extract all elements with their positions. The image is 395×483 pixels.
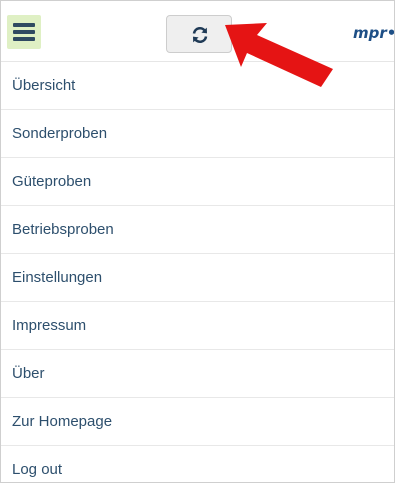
menu-item-uebersicht[interactable]: Übersicht: [1, 62, 394, 110]
top-bar: mpr•••: [1, 1, 394, 87]
app-window: mpr••• Übersicht Sonderproben Güteproben…: [0, 0, 395, 483]
red-arrow-icon: [225, 23, 333, 87]
menu-item-label: Übersicht: [12, 77, 76, 94]
menu-item-label: Güteproben: [12, 173, 92, 190]
menu-bar: [13, 30, 35, 34]
sync-icon: [192, 26, 208, 44]
menu-bar: [13, 23, 35, 27]
menu-item-label: Log out: [12, 461, 63, 478]
menu-item-label: Zur Homepage: [12, 413, 113, 430]
menu-item-impressum[interactable]: Impressum: [1, 302, 394, 350]
logo-dots: •••: [387, 24, 394, 42]
company-logo[interactable]: mpr•••: [353, 21, 394, 45]
logo-text: mpr: [353, 24, 387, 42]
menu-item-label: Einstellungen: [12, 269, 103, 286]
menu-item-log-out[interactable]: Log out: [1, 446, 394, 482]
menu-item-label: Betriebsproben: [12, 221, 114, 238]
menu-item-einstellungen[interactable]: Einstellungen: [1, 254, 394, 302]
menu-item-gueteproben[interactable]: Güteproben: [1, 158, 394, 206]
menu-item-label: Sonderproben: [12, 125, 108, 142]
menu-bar: [13, 37, 35, 41]
menu-item-sonderproben[interactable]: Sonderproben: [1, 110, 394, 158]
menu-item-label: Impressum: [12, 317, 87, 334]
menu-item-ueber[interactable]: Über: [1, 350, 394, 398]
hamburger-menu-icon[interactable]: [7, 15, 41, 49]
menu-item-betriebsproben[interactable]: Betriebsproben: [1, 206, 394, 254]
menu-item-label: Über: [12, 365, 45, 382]
navigation-menu: Übersicht Sonderproben Güteproben Betrie…: [1, 62, 394, 482]
menu-item-zur-homepage[interactable]: Zur Homepage: [1, 398, 394, 446]
